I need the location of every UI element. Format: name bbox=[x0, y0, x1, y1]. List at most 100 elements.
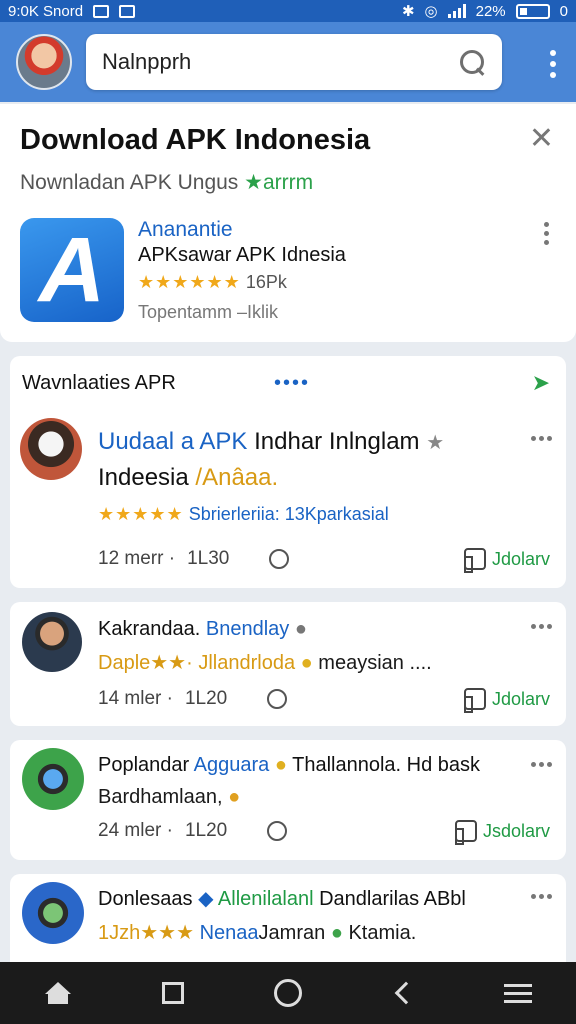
card-avatar[interactable] bbox=[22, 612, 82, 672]
emoji-icon: ● bbox=[274, 754, 287, 776]
post-time: 12 merr · bbox=[98, 548, 176, 569]
comment-icon[interactable] bbox=[269, 549, 290, 569]
circle-icon bbox=[273, 979, 302, 1007]
card-name: Poplandar Agguara ● Thallannola. Hd bask bbox=[98, 754, 480, 777]
list-item[interactable]: Donlesaas ◆ Allenilalanl Dandlarilas ABb… bbox=[10, 874, 566, 974]
card-name: Kakrandaa. Bnendlay ● bbox=[98, 618, 307, 641]
featured-title: Download APK Indonesia bbox=[20, 124, 371, 156]
like-button[interactable]: Jsdolarv bbox=[454, 820, 550, 845]
card-line2-text: Bardhamlaan, bbox=[98, 786, 223, 808]
post-avatar[interactable] bbox=[20, 418, 82, 480]
comment-icon[interactable] bbox=[267, 821, 288, 841]
star-badge-icon: ★ bbox=[426, 432, 445, 454]
post-title-blue: Uudaal a APK bbox=[98, 428, 248, 455]
card-line2-blue: Nenaa bbox=[199, 922, 259, 944]
battery-tail: 0 bbox=[559, 2, 568, 20]
app-icon[interactable]: A bbox=[20, 218, 124, 322]
thumbs-up-icon bbox=[463, 688, 486, 713]
card-actions: 24 mler · 1L20 bbox=[98, 820, 288, 842]
nav-home-circle[interactable] bbox=[264, 969, 312, 1017]
rating-count: 16Pk bbox=[245, 272, 287, 292]
rating-stars: ★★★★★★ bbox=[138, 272, 241, 292]
post-title-line2: Indeesia /Anâaa. bbox=[98, 464, 278, 492]
card-name-green: Allenilalanl bbox=[217, 888, 314, 910]
battery-icon bbox=[515, 3, 550, 19]
like-label: Jsdolarv bbox=[482, 820, 550, 841]
app-description: APKsawar APK Idnesia bbox=[138, 244, 346, 266]
card-count: 1L20 bbox=[184, 688, 228, 709]
search-input[interactable]: Nalnpprh bbox=[102, 49, 458, 75]
card-name-blue: Agguara bbox=[193, 754, 270, 776]
like-badge-icon: ◆ bbox=[198, 888, 214, 910]
post-title[interactable]: Uudaal a APK Indhar Inlnglam ★ bbox=[98, 428, 444, 456]
feed-dots-icon[interactable]: •••• bbox=[274, 372, 310, 395]
card-name-black: Poplandar bbox=[98, 754, 190, 776]
home-icon bbox=[44, 982, 71, 1004]
card-line2-end: meaysian .... bbox=[318, 652, 432, 674]
emoji-icon: ● bbox=[228, 786, 241, 808]
card-avatar[interactable] bbox=[22, 882, 84, 944]
card-name-black: Donlesaas bbox=[98, 888, 193, 910]
comment-icon[interactable] bbox=[267, 689, 288, 709]
featured-subtitle: Nownladan APK Ungus ★arrrm bbox=[20, 170, 313, 195]
subtitle-accent: ★arrrm bbox=[244, 171, 314, 194]
nav-recents[interactable] bbox=[149, 969, 197, 1017]
nav-back[interactable] bbox=[379, 969, 427, 1017]
bottom-navigation bbox=[0, 962, 576, 1024]
close-icon[interactable]: ✕ bbox=[529, 124, 554, 154]
like-label: Jdolarv bbox=[491, 548, 550, 569]
leaf-icon: ● bbox=[330, 922, 343, 944]
card-line2-text: Jllandrloda bbox=[198, 652, 296, 674]
card-name-end: Thallannola. Hd bask bbox=[292, 754, 481, 776]
card-line2-text: Jamran bbox=[258, 922, 326, 944]
like-button[interactable]: Jdolarv bbox=[463, 548, 550, 573]
card-time: 14 mler · bbox=[98, 688, 173, 709]
card-line2: Bardhamlaan, ● bbox=[98, 786, 240, 809]
card-name-end: Dandlarilas ABbl bbox=[319, 888, 466, 910]
profile-avatar[interactable] bbox=[16, 34, 72, 90]
card-more-icon[interactable] bbox=[531, 624, 552, 629]
battery-percent: 22% bbox=[475, 2, 506, 20]
status-time: 9:0K Snord bbox=[8, 2, 84, 20]
app-meta: Topentamm –Iklik bbox=[138, 302, 279, 322]
app-name[interactable]: Ananantie bbox=[138, 218, 233, 242]
card-line2: 1Jzh★★★ NenaaJamran ● Ktamia. bbox=[98, 920, 416, 945]
post-more-icon[interactable] bbox=[531, 436, 552, 441]
nav-home[interactable] bbox=[34, 969, 82, 1017]
overflow-menu-icon[interactable] bbox=[550, 50, 556, 78]
thumbs-up-icon bbox=[463, 548, 486, 573]
app-more-icon[interactable] bbox=[544, 222, 550, 245]
post-title-line2-gold: /Anâaa. bbox=[195, 464, 279, 491]
app-rating: ★★★★★★ 16Pk bbox=[138, 272, 287, 293]
card-avatar[interactable] bbox=[22, 748, 84, 810]
search-bar[interactable]: Nalnpprh bbox=[86, 34, 502, 90]
list-item[interactable]: Poplandar Agguara ● Thallannola. Hd bask… bbox=[10, 740, 566, 860]
list-item[interactable]: Kakrandaa. Bnendlay ● Daple★★· Jllandrlo… bbox=[10, 602, 566, 726]
feed-header: Wavnlaaties APR bbox=[22, 372, 176, 394]
feed-card: Wavnlaaties APR •••• ➤ Uudaal a APK Indh… bbox=[10, 356, 566, 588]
card-line2: Daple★★· Jllandrloda ● meaysian .... bbox=[98, 650, 432, 675]
bluetooth-icon: ✱ bbox=[401, 3, 415, 20]
post-title-line2-black: Indeesia bbox=[98, 464, 189, 491]
app-icon-letter: A bbox=[38, 219, 106, 321]
post-stars: ★★★★★ bbox=[98, 504, 184, 524]
card-line2-gold: Daple★★· bbox=[98, 652, 193, 674]
post-actions: 12 merr · 1L30 bbox=[98, 548, 290, 570]
menu-icon bbox=[504, 983, 533, 1003]
nav-menu[interactable] bbox=[494, 969, 542, 1017]
emoji-icon: ● bbox=[300, 652, 313, 674]
featured-card: Download APK Indonesia ✕ Nownladan APK U… bbox=[0, 104, 576, 342]
card-more-icon[interactable] bbox=[531, 762, 552, 767]
card-line2-gold: 1Jzh★★★ bbox=[98, 922, 195, 944]
search-icon[interactable] bbox=[458, 48, 486, 76]
post-count: 1L30 bbox=[187, 548, 230, 569]
share-icon[interactable]: ➤ bbox=[532, 370, 550, 396]
like-button[interactable]: Jdolarv bbox=[463, 688, 550, 713]
subtitle-text: Nownladan APK Ungus bbox=[20, 171, 239, 194]
card-more-icon[interactable] bbox=[531, 894, 552, 899]
status-bar: 9:0K Snord ✱ ◎ 22% 0 bbox=[0, 0, 576, 22]
signal-icon bbox=[447, 4, 466, 18]
image-notification-icon bbox=[119, 4, 136, 18]
thumbs-up-icon bbox=[454, 820, 477, 845]
card-time: 24 mler · bbox=[98, 820, 173, 841]
